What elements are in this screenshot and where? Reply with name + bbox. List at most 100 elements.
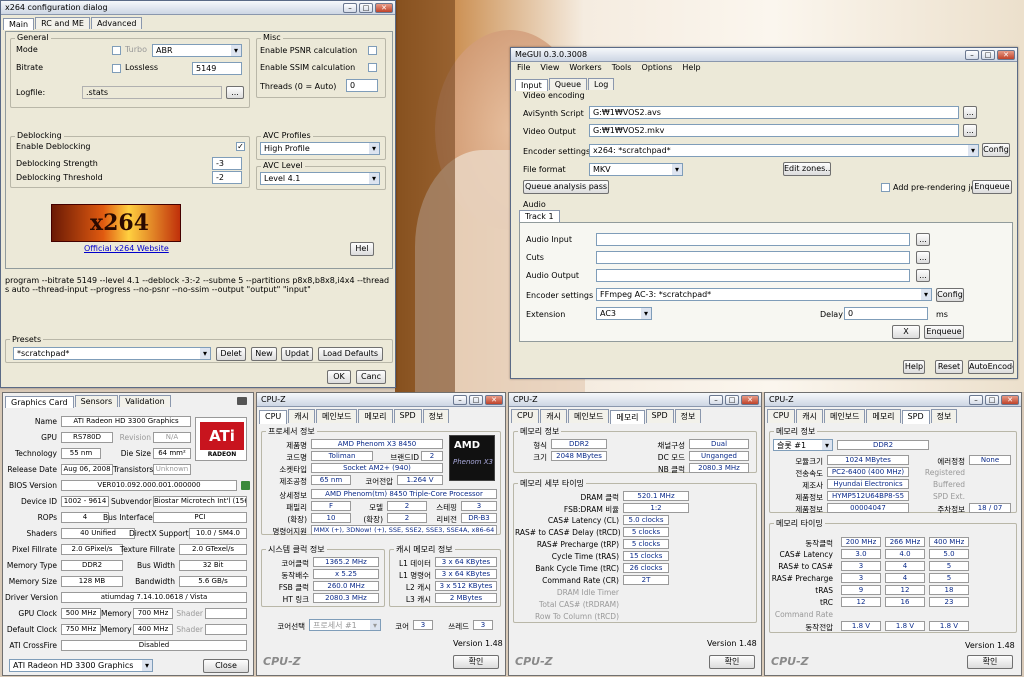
load-defaults-button[interactable]: Load Defaults bbox=[318, 347, 383, 361]
audio-output-browse-button[interactable]: ... bbox=[916, 269, 930, 282]
help-button[interactable]: Hel bbox=[350, 242, 374, 256]
level-select[interactable]: Level 4.1 bbox=[260, 172, 380, 185]
tab-validation[interactable]: Validation bbox=[119, 395, 171, 407]
video-enqueue-button[interactable]: Enqueue bbox=[972, 180, 1012, 194]
tab-spd[interactable]: SPD bbox=[393, 409, 422, 423]
threads-input[interactable]: 0 bbox=[346, 79, 378, 92]
tab-cpu[interactable]: CPU bbox=[511, 409, 540, 423]
tab-cache[interactable]: 캐시 bbox=[540, 409, 567, 423]
video-output-input[interactable]: G:₩1₩VOS2.mkv bbox=[589, 124, 959, 137]
ssim-checkbox[interactable] bbox=[368, 63, 377, 72]
queue-analysis-button[interactable]: Queue analysis pass bbox=[523, 180, 609, 194]
tab-queue[interactable]: Queue bbox=[548, 78, 587, 90]
avisynth-script-input[interactable]: G:₩1₩VOS2.avs bbox=[589, 106, 959, 119]
audio-input-field[interactable] bbox=[596, 233, 910, 246]
reset-button[interactable]: Reset bbox=[935, 360, 963, 374]
core-select[interactable]: 프로세서 #1 bbox=[309, 619, 381, 631]
close-button[interactable]: ✕ bbox=[485, 394, 503, 405]
cancel-button[interactable]: Canc bbox=[356, 370, 386, 384]
menu-options[interactable]: Options bbox=[641, 63, 672, 75]
tab-mainboard[interactable]: 메인보드 bbox=[824, 409, 866, 423]
update-preset-button[interactable]: Updat bbox=[281, 347, 313, 361]
autoencode-button[interactable]: AutoEncode bbox=[968, 360, 1014, 374]
close-button[interactable]: ✕ bbox=[1001, 394, 1019, 405]
tab-rc-me[interactable]: RC and ME bbox=[35, 17, 90, 29]
tab-memory[interactable]: 메모리 bbox=[610, 410, 645, 424]
tab-sensors[interactable]: Sensors bbox=[74, 395, 119, 407]
tab-memory[interactable]: 메모리 bbox=[866, 409, 901, 423]
deblocking-checkbox[interactable]: ✓ bbox=[236, 142, 245, 151]
prerender-checkbox[interactable] bbox=[881, 183, 890, 192]
maximize-button[interactable]: □ bbox=[981, 49, 995, 60]
bios-save-icon[interactable] bbox=[241, 481, 250, 490]
tab-about[interactable]: 정보 bbox=[674, 409, 702, 423]
delay-input[interactable]: 0 bbox=[844, 307, 928, 320]
video-config-button[interactable]: Config bbox=[982, 143, 1010, 157]
close-button[interactable]: ✕ bbox=[375, 2, 393, 13]
deblock-threshold-input[interactable]: -2 bbox=[212, 171, 242, 184]
close-button[interactable]: ✕ bbox=[997, 49, 1015, 60]
menu-view[interactable]: View bbox=[540, 63, 559, 75]
preset-select[interactable]: *scratchpad* bbox=[13, 347, 211, 360]
minimize-button[interactable]: – bbox=[965, 49, 979, 60]
cpuz-ok-button[interactable]: 확인 bbox=[453, 655, 499, 669]
ok-button[interactable]: OK bbox=[327, 370, 351, 384]
turbo-checkbox[interactable] bbox=[112, 46, 121, 55]
tab-mainboard[interactable]: 메인보드 bbox=[316, 409, 358, 423]
file-format-select[interactable]: MKV bbox=[589, 163, 683, 176]
minimize-button[interactable]: – bbox=[969, 394, 983, 405]
avisynth-browse-button[interactable]: ... bbox=[963, 106, 977, 119]
close-button[interactable]: ✕ bbox=[741, 394, 759, 405]
minimize-button[interactable]: – bbox=[709, 394, 723, 405]
extension-select[interactable]: AC3 bbox=[596, 307, 652, 320]
tab-track-1[interactable]: Track 1 bbox=[519, 210, 560, 222]
menu-workers[interactable]: Workers bbox=[569, 63, 601, 75]
cpuz-ok-button[interactable]: 확인 bbox=[709, 655, 755, 669]
tab-spd[interactable]: SPD bbox=[901, 410, 930, 424]
camera-icon[interactable] bbox=[237, 397, 247, 405]
tab-about[interactable]: 정보 bbox=[930, 409, 958, 423]
profile-select[interactable]: High Profile bbox=[260, 142, 380, 155]
tab-spd[interactable]: SPD bbox=[645, 409, 674, 423]
audio-enqueue-button[interactable]: Enqueue bbox=[924, 325, 964, 339]
tab-cpu[interactable]: CPU bbox=[767, 409, 796, 423]
maximize-button[interactable]: □ bbox=[725, 394, 739, 405]
maximize-button[interactable]: □ bbox=[359, 2, 373, 13]
menu-file[interactable]: File bbox=[517, 63, 530, 75]
tab-advanced[interactable]: Advanced bbox=[90, 17, 143, 29]
gpuz-close-button[interactable]: Close bbox=[203, 659, 249, 673]
bitrate-input[interactable]: 5149 bbox=[192, 62, 242, 75]
minimize-button[interactable]: – bbox=[343, 2, 357, 13]
cuts-browse-button[interactable]: ... bbox=[916, 251, 930, 264]
video-encoder-select[interactable]: x264: *scratchpad* bbox=[589, 144, 979, 157]
logfile-browse-button[interactable]: ... bbox=[226, 86, 244, 99]
lossless-checkbox[interactable] bbox=[112, 64, 121, 73]
tab-about[interactable]: 정보 bbox=[422, 409, 450, 423]
psnr-checkbox[interactable] bbox=[368, 46, 377, 55]
audio-clear-button[interactable]: X bbox=[892, 325, 920, 339]
tab-input[interactable]: Input bbox=[515, 79, 548, 91]
logfile-input[interactable]: .stats bbox=[82, 86, 222, 99]
tab-graphics-card[interactable]: Graphics Card bbox=[5, 396, 74, 408]
deblock-strength-input[interactable]: -3 bbox=[212, 157, 242, 170]
video-output-browse-button[interactable]: ... bbox=[963, 124, 977, 137]
audio-encoder-select[interactable]: FFmpeg AC-3: *scratchpad* bbox=[596, 288, 932, 301]
new-preset-button[interactable]: New bbox=[251, 347, 277, 361]
audio-input-browse-button[interactable]: ... bbox=[916, 233, 930, 246]
edit-zones-button[interactable]: Edit zones... bbox=[783, 162, 831, 176]
tab-memory[interactable]: 메모리 bbox=[358, 409, 393, 423]
audio-config-button[interactable]: Config bbox=[936, 288, 964, 302]
menu-help[interactable]: Help bbox=[682, 63, 700, 75]
minimize-button[interactable]: – bbox=[453, 394, 467, 405]
cpuz-ok-button[interactable]: 확인 bbox=[967, 655, 1013, 669]
maximize-button[interactable]: □ bbox=[469, 394, 483, 405]
delete-preset-button[interactable]: Delet bbox=[216, 347, 246, 361]
tab-mainboard[interactable]: 메인보드 bbox=[568, 409, 610, 423]
cuts-field[interactable] bbox=[596, 251, 910, 264]
tab-log[interactable]: Log bbox=[588, 78, 615, 90]
slot-select[interactable]: 슬롯 #1 bbox=[773, 439, 833, 451]
maximize-button[interactable]: □ bbox=[985, 394, 999, 405]
tab-main[interactable]: Main bbox=[3, 18, 35, 30]
megui-help-button[interactable]: Help bbox=[903, 360, 925, 374]
tab-cache[interactable]: 캐시 bbox=[288, 409, 315, 423]
